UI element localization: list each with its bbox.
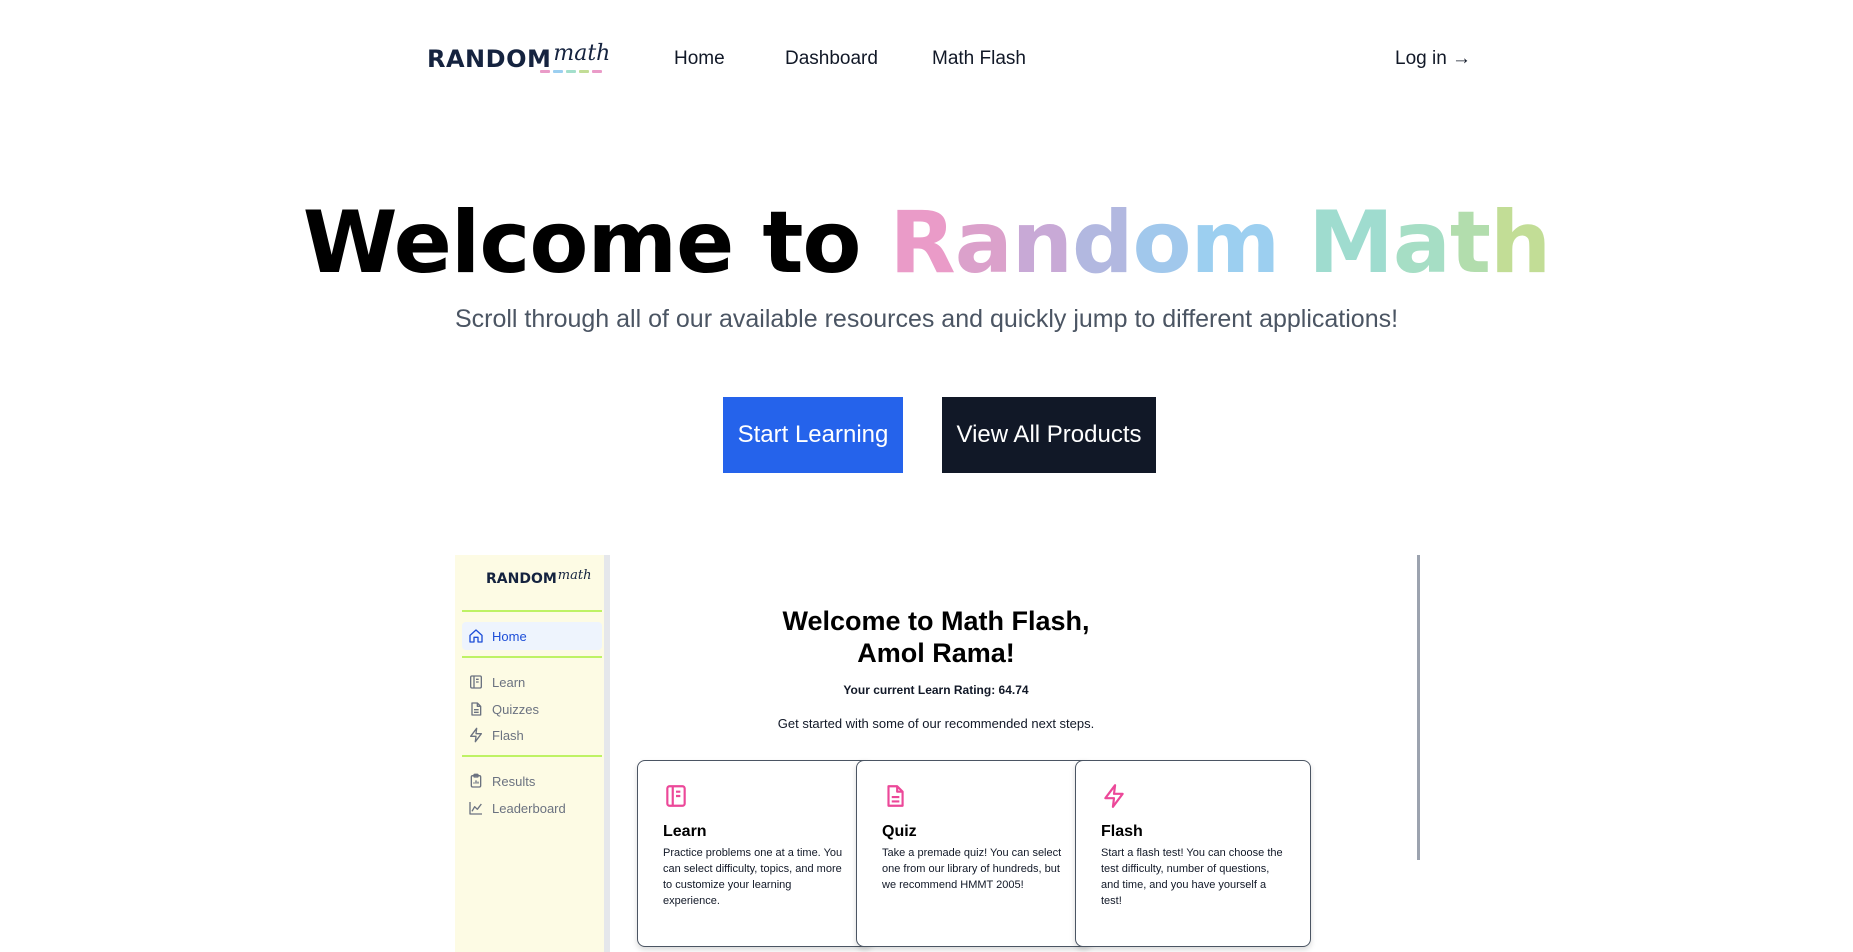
sidebar-item-leaderboard[interactable]: Leaderboard <box>462 794 602 822</box>
hero-title-letter: t <box>1449 193 1491 293</box>
lightning-icon <box>1104 784 1124 808</box>
document-icon <box>887 785 904 807</box>
app-preview-screenshot: RANDOM math Home Learn Quizzes Flash Res… <box>455 555 1421 952</box>
sidebar-item-learn[interactable]: Learn <box>462 668 602 696</box>
nav-link-math-flash[interactable]: Math Flash <box>932 48 1026 70</box>
hero-title-letter: d <box>1071 193 1134 293</box>
quiz-card[interactable]: Quiz Take a premade quiz! You can select… <box>856 760 1092 947</box>
nav-link-dashboard[interactable]: Dashboard <box>785 48 878 70</box>
next-steps-text: Get started with some of our recommended… <box>777 716 1095 731</box>
top-navigation: RANDOM math Home Dashboard Math Flash Lo… <box>0 0 1853 120</box>
sidebar-item-label: Results <box>492 773 536 789</box>
lightning-icon <box>470 727 482 743</box>
login-link[interactable]: Log in → <box>1395 48 1471 70</box>
sidebar-item-label: Leaderboard <box>492 800 566 816</box>
nav-link-home[interactable]: Home <box>674 48 725 70</box>
start-learning-button[interactable]: Start Learning <box>723 397 903 473</box>
preview-main-content: Welcome to Math Flash, Amol Rama! Your c… <box>616 555 1421 952</box>
hero-title-letter <box>1279 193 1308 293</box>
sidebar-divider <box>462 610 602 612</box>
document-icon <box>471 702 482 716</box>
logo-wordmark: RANDOM <box>427 45 552 73</box>
card-title: Quiz <box>882 823 917 840</box>
learn-rating-text: Your current Learn Rating: 64.74 <box>843 683 1029 697</box>
view-all-products-button[interactable]: View All Products <box>942 397 1156 473</box>
hero-subtitle: Scroll through all of our available reso… <box>454 305 1399 333</box>
chart-icon <box>469 802 482 815</box>
hero-title-prefix: Welcome to <box>302 193 890 293</box>
hero-title-letter: h <box>1489 193 1551 293</box>
sidebar-item-results[interactable]: Results <box>462 767 602 795</box>
sidebar-item-label: Home <box>492 628 527 644</box>
sidebar-item-label: Flash <box>492 727 524 743</box>
sidebar-item-label: Learn <box>492 674 526 690</box>
preview-logo-wordmark: RANDOM <box>486 571 557 587</box>
sidebar-divider <box>462 656 602 658</box>
hero-title-letter: R <box>889 193 955 293</box>
hero-title-letter: a <box>1392 193 1451 293</box>
hero-title-letter: a <box>954 193 1013 293</box>
home-icon <box>469 629 483 643</box>
hero-title-letter: m <box>1190 193 1281 293</box>
sidebar-item-label: Quizzes <box>492 701 539 717</box>
notebook-icon <box>470 675 482 689</box>
sidebar-item-flash[interactable]: Flash <box>462 721 602 749</box>
notebook-icon <box>666 785 686 807</box>
card-title: Learn <box>663 823 707 840</box>
preview-sidebar: RANDOM math Home Learn Quizzes Flash Res… <box>455 555 610 952</box>
hero-title-letter: n <box>1011 193 1073 293</box>
card-title: Flash <box>1101 823 1143 840</box>
hero-title-letter: M <box>1308 193 1394 293</box>
hero-title: Welcome to Random Math <box>0 193 1853 293</box>
site-logo[interactable]: RANDOM math <box>427 41 611 73</box>
preview-title-line1: Welcome to Math Flash, <box>782 606 1090 636</box>
sidebar-item-home[interactable]: Home <box>462 622 602 650</box>
sidebar-item-quizzes[interactable]: Quizzes <box>462 695 602 723</box>
logo-color-dashes <box>540 70 602 73</box>
preview-welcome-title: Welcome to Math Flash, Amol Rama! <box>616 605 1256 669</box>
logo-math-text: math <box>553 41 611 66</box>
preview-logo: RANDOM math <box>486 568 592 587</box>
preview-title-line2: Amol Rama! <box>857 638 1015 668</box>
learn-card[interactable]: Learn Practice problems one at a time. Y… <box>637 760 873 947</box>
sidebar-divider <box>462 755 602 757</box>
hero-title-letter: o <box>1132 193 1192 293</box>
flash-card[interactable]: Flash Start a flash test! You can choose… <box>1075 760 1311 947</box>
card-description: Take a premade quiz! You can select one … <box>882 847 1062 891</box>
preview-logo-math-text: math <box>557 568 592 583</box>
card-description: Practice problems one at a time. You can… <box>663 847 843 907</box>
clipboard-icon <box>470 773 482 788</box>
preview-scrollbar[interactable] <box>1417 555 1420 860</box>
card-description: Start a flash test! You can choose the t… <box>1101 847 1283 907</box>
